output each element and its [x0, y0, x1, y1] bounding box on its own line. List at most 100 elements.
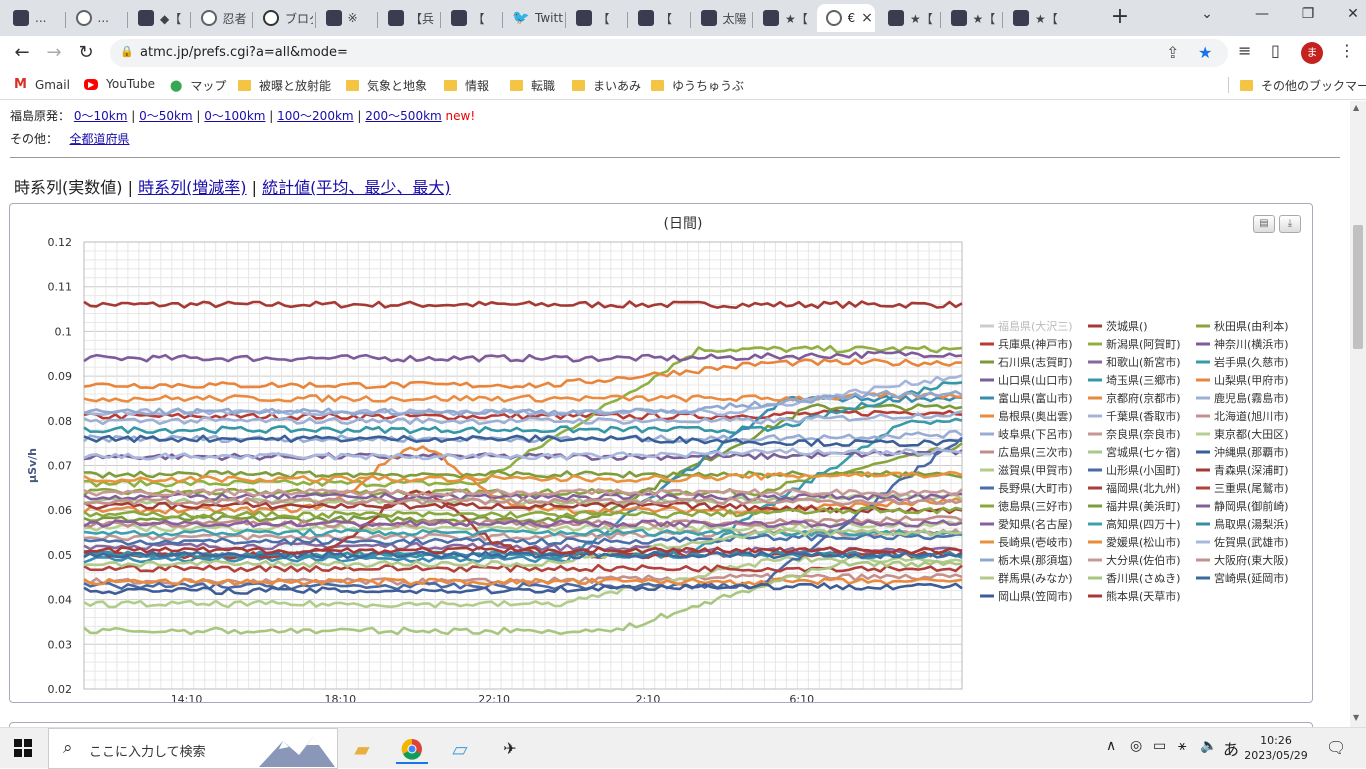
legend-item[interactable]: 北海道(旭川市): [1214, 409, 1289, 423]
minimize-icon[interactable]: —: [1250, 6, 1274, 26]
legend-item[interactable]: 福井県(美浜町): [1106, 499, 1181, 513]
forward-icon[interactable]: →: [40, 40, 68, 66]
address-bar[interactable]: 🔒 atmc.jp/prefs.cgi?a=all&mode= ⇪ ★: [110, 39, 1228, 67]
tab-9[interactable]: 【: [567, 4, 626, 32]
legend-item[interactable]: 広島県(三次市): [998, 445, 1073, 459]
tab-16[interactable]: ★【: [1004, 4, 1063, 32]
legend-item[interactable]: 沖縄県(那覇市): [1214, 445, 1289, 459]
tab-3[interactable]: 忍者: [192, 4, 251, 32]
legend-item[interactable]: 青森県(深浦町): [1214, 463, 1289, 477]
legend-item[interactable]: 愛媛県(松山市): [1106, 535, 1181, 549]
bookmark-0[interactable]: M Gmail: [14, 77, 70, 92]
share-icon[interactable]: ⇪: [1166, 43, 1179, 62]
legend-item[interactable]: 島根県(奥出雲): [998, 409, 1073, 423]
taskbar-search[interactable]: ⌕ ここに入力して検索: [48, 728, 338, 769]
tab-2[interactable]: ◆【: [129, 4, 188, 32]
legend-item[interactable]: 宮崎県(延岡市): [1214, 571, 1289, 585]
legend-item[interactable]: 岡山県(笠岡市): [998, 589, 1073, 603]
taskbar-clock[interactable]: 10:26 2023/05/29: [1244, 733, 1308, 763]
tab-13[interactable]: € ×: [816, 4, 875, 32]
tray-expand-icon[interactable]: ∧: [1106, 738, 1116, 754]
legend-item[interactable]: 静岡県(御前崎): [1214, 499, 1289, 513]
link-100-200km[interactable]: 100〜200km: [277, 109, 353, 123]
legend-item[interactable]: 佐賀県(武雄市): [1214, 535, 1289, 549]
legend-item[interactable]: 東京都(大田区): [1214, 427, 1289, 441]
lock-icon[interactable]: 🔒: [120, 45, 134, 58]
notepad-app-icon[interactable]: ▱: [444, 734, 476, 764]
side-panel-icon[interactable]: ▯: [1271, 41, 1280, 60]
network-icon[interactable]: ⚹: [1178, 738, 1186, 754]
legend-item[interactable]: 鳥取県(湯梨浜): [1214, 517, 1289, 531]
tab-12[interactable]: ★【: [754, 4, 813, 32]
scroll-thumb[interactable]: [1353, 225, 1363, 349]
bookmark-3[interactable]: 被曝と放射能: [238, 77, 331, 94]
other-bookmarks[interactable]: その他のブックマーク: [1240, 77, 1366, 94]
legend-item[interactable]: 和歌山(新宮市): [1106, 355, 1181, 369]
link-200-500km[interactable]: 200〜500km: [365, 109, 441, 123]
legend-item[interactable]: 大阪府(東大阪): [1214, 553, 1289, 567]
scroll-down-icon[interactable]: ▼: [1353, 713, 1359, 722]
legend-item[interactable]: 山形県(小国町): [1106, 464, 1181, 477]
new-tab-button[interactable]: +: [1108, 6, 1132, 30]
file-explorer-icon[interactable]: ▰: [346, 734, 378, 764]
ime-indicator[interactable]: あ: [1223, 736, 1239, 760]
legend-item[interactable]: 群馬県(みなか): [998, 571, 1073, 585]
legend-item[interactable]: 富山県(富山市): [998, 391, 1073, 405]
windows-start-icon[interactable]: [14, 739, 32, 757]
bookmark-6[interactable]: 転職: [510, 77, 555, 94]
battery-icon[interactable]: ▭: [1153, 738, 1166, 754]
chrome-icon[interactable]: [396, 734, 428, 764]
legend-item[interactable]: 石川県(志賀町): [998, 356, 1073, 369]
back-icon[interactable]: ←: [8, 40, 36, 66]
reload-icon[interactable]: ↻: [72, 40, 100, 66]
tab-14[interactable]: ★【: [879, 4, 938, 32]
link-0-10km[interactable]: 0〜10km: [74, 109, 128, 123]
bookmark-7[interactable]: まいあみ: [572, 77, 641, 94]
legend-item[interactable]: 千葉県(香取市): [1106, 409, 1181, 423]
legend-item[interactable]: 長崎県(壱岐市): [998, 535, 1073, 549]
notification-icon[interactable]: 🗨: [1326, 738, 1346, 757]
tab-1[interactable]: ...: [67, 4, 126, 32]
legend-item[interactable]: 滋賀県(甲賀市): [998, 463, 1073, 477]
tab-8[interactable]: 🐦 Twitt: [504, 4, 562, 32]
legend-item[interactable]: 新潟県(阿賀町): [1106, 337, 1181, 351]
meet-icon[interactable]: ◎: [1130, 738, 1142, 754]
tab-5[interactable]: ※: [317, 4, 376, 32]
legend-item[interactable]: 三重県(尾鷲市): [1214, 481, 1289, 495]
legend-item[interactable]: 栃木県(那須塩): [998, 553, 1073, 567]
legend-item[interactable]: 兵庫県(神戸市): [998, 337, 1073, 351]
legend-item[interactable]: 茨城県(): [1106, 319, 1148, 333]
bookmark-4[interactable]: 気象と地象: [346, 77, 427, 94]
tab-15[interactable]: ★【: [942, 4, 1001, 32]
link-all-prefectures[interactable]: 全都道府県: [69, 132, 129, 146]
legend-item[interactable]: 愛知県(名古屋): [998, 517, 1073, 531]
legend-item[interactable]: 高知県(四万十): [1106, 517, 1181, 531]
legend-item[interactable]: 神奈川(横浜市): [1214, 337, 1289, 351]
tab-10[interactable]: 【: [629, 4, 688, 32]
profile-avatar[interactable]: ま: [1301, 42, 1323, 64]
bookmark-1[interactable]: ▶ YouTube: [84, 77, 155, 91]
tab-change-rate[interactable]: 時系列(増減率): [138, 178, 247, 197]
close-window-icon[interactable]: ✕: [1341, 6, 1365, 26]
tab-11[interactable]: 太陽: [692, 4, 751, 32]
legend-item[interactable]: 鹿児島(霧島市): [1214, 391, 1289, 405]
legend-item[interactable]: 奈良県(奈良市): [1106, 427, 1181, 441]
tab-7[interactable]: 【: [442, 4, 501, 32]
bookmark-star-icon[interactable]: ★: [1198, 43, 1212, 62]
page-scrollbar[interactable]: ▲ ▼: [1350, 101, 1366, 727]
bookmark-5[interactable]: 情報: [444, 77, 489, 94]
volume-icon[interactable]: 🔈: [1200, 738, 1217, 754]
legend-item[interactable]: 香川県(さぬき): [1106, 572, 1180, 585]
tab-statistics[interactable]: 統計値(平均、最少、最大): [262, 178, 451, 197]
legend-item[interactable]: 徳島県(三好市): [998, 499, 1073, 513]
legend-item[interactable]: 山梨県(甲府市): [1214, 373, 1289, 387]
tab-4[interactable]: ブログ: [254, 4, 313, 32]
menu-icon[interactable]: ⋮: [1339, 41, 1355, 60]
bookmark-8[interactable]: ゆうちゅうぶ: [651, 77, 744, 94]
legend-item[interactable]: 福岡県(北九州): [1106, 481, 1181, 495]
legend-item[interactable]: 岐阜県(下呂市): [998, 427, 1073, 441]
legend-item[interactable]: 長野県(大町市): [998, 481, 1073, 495]
link-0-50km[interactable]: 0〜50km: [139, 109, 193, 123]
legend-item[interactable]: 埼玉県(三郷市): [1106, 373, 1181, 387]
legend-item[interactable]: 宮城県(七ヶ宿): [1106, 445, 1181, 459]
